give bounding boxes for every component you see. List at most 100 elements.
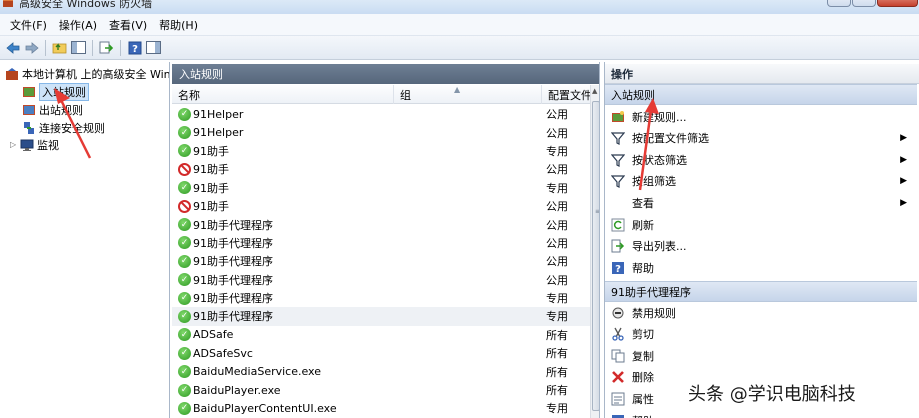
table-row[interactable]: ✓ ADSafe 所有 xyxy=(172,326,590,344)
svg-text:?: ? xyxy=(615,264,621,275)
submenu-arrow-icon: ▶ xyxy=(900,154,907,165)
rule-profile: 专用 xyxy=(546,181,568,195)
action-item[interactable]: ? 帮助 xyxy=(605,410,911,418)
block-status-icon xyxy=(178,199,191,213)
tree-root[interactable]: 本地计算机 上的高级安全 Wind xyxy=(5,65,169,82)
table-row[interactable]: 91助手 公用 xyxy=(172,197,590,215)
expand-icon[interactable]: ▷ xyxy=(10,140,18,149)
rule-name: 91助手代理程序 xyxy=(193,273,273,287)
rule-name-cell: ✓ BaiduMediaService.exe xyxy=(172,365,542,379)
table-row[interactable]: ✓ 91Helper 公用 xyxy=(172,123,590,141)
svg-text:?: ? xyxy=(132,44,138,55)
rule-name-cell: ✓ 91助手 xyxy=(172,143,542,159)
action-label: 刷新 xyxy=(632,218,654,232)
help-icon[interactable]: ? xyxy=(126,39,143,56)
rule-profile: 所有 xyxy=(546,384,568,398)
annotation-arrow-right xyxy=(638,98,659,191)
rule-name-cell: ✓ 91助手 xyxy=(172,180,542,196)
table-row[interactable]: ✓ BaiduMediaService.exe 所有 xyxy=(172,362,590,380)
maximize-button[interactable] xyxy=(852,0,876,7)
rule-name-cell: 91助手 xyxy=(172,198,542,214)
rule-name: 91助手 xyxy=(193,144,229,158)
table-row[interactable]: 91助手 公用 xyxy=(172,160,590,178)
table-row[interactable]: ✓ BaiduPlayerContentUI.exe 专用 xyxy=(172,399,590,417)
rules-list: ✓ 91Helper 公用 ✓ 91Helper 公用 ✓ 91助手 专用 91助手 公用 ✓ 91助手… xyxy=(172,105,590,418)
back-icon[interactable] xyxy=(4,39,21,56)
rule-name-cell: ✓ ADSafe xyxy=(172,328,542,342)
vertical-scrollbar[interactable]: ▲ ≡ xyxy=(590,85,600,418)
action-item[interactable]: 剪切 xyxy=(605,324,911,345)
table-row[interactable]: ✓ 91助手代理程序 专用 xyxy=(172,307,590,326)
column-group[interactable]: 组 ▲ xyxy=(394,85,542,104)
rule-name-cell: 91助手 xyxy=(172,161,542,177)
menu-file[interactable]: 文件(F) xyxy=(4,17,53,33)
rule-name-cell: ✓ 91助手代理程序 xyxy=(172,290,542,306)
close-button[interactable] xyxy=(877,0,918,7)
menu-help[interactable]: 帮助(H) xyxy=(153,17,204,33)
toolbar: ? xyxy=(0,36,919,60)
rule-name: 91助手 xyxy=(193,181,229,195)
toolbar-separator xyxy=(45,39,46,56)
up-folder-icon[interactable] xyxy=(51,39,68,56)
rule-profile: 公用 xyxy=(546,273,568,287)
table-row[interactable]: ✓ 91助手代理程序 公用 xyxy=(172,252,590,270)
minimize-button[interactable] xyxy=(827,0,851,7)
pane-title: 入站规则 xyxy=(172,64,599,84)
rule-profile: 所有 xyxy=(546,328,568,342)
action-label: 删除 xyxy=(632,371,654,385)
submenu-arrow-icon: ▶ xyxy=(900,197,907,208)
table-row[interactable]: ✓ 91助手 专用 xyxy=(172,179,590,197)
rules-list-pane: 入站规则 名称 组 ▲ 配置文件 ✓ 91Helper 公用 ✓ 91Helper 公用 ✓ 9… xyxy=(172,62,600,418)
rule-profile: 所有 xyxy=(546,365,568,379)
connection-security-icon xyxy=(24,121,34,134)
column-profile[interactable]: 配置文件 xyxy=(542,85,590,104)
table-row[interactable]: ✓ 91助手代理程序 公用 xyxy=(172,271,590,289)
action-item[interactable]: 复制 xyxy=(605,345,911,366)
action-item[interactable]: 导出列表... xyxy=(605,236,911,257)
column-header-row: 名称 组 ▲ 配置文件 xyxy=(172,85,590,104)
menu-view[interactable]: 查看(V) xyxy=(103,17,153,33)
show-hide-action-pane-icon[interactable] xyxy=(145,39,162,56)
column-name[interactable]: 名称 xyxy=(172,85,394,104)
menu-action[interactable]: 操作(A) xyxy=(53,17,103,33)
allow-status-icon: ✓ xyxy=(178,328,191,342)
action-item[interactable]: 禁用规则 xyxy=(605,302,911,323)
action-item[interactable]: 刷新 xyxy=(605,214,911,235)
allow-status-icon: ✓ xyxy=(178,107,191,121)
rule-profile: 公用 xyxy=(546,200,568,214)
action-item[interactable]: ? 帮助 xyxy=(605,257,911,278)
scroll-grip-icon: ≡ xyxy=(595,208,600,215)
annotation-arrow-left xyxy=(54,88,92,159)
table-row[interactable]: ✓ 91助手 专用 xyxy=(172,142,590,160)
show-hide-tree-icon[interactable] xyxy=(70,39,87,56)
rule-profile: 专用 xyxy=(546,402,568,416)
rule-name-cell: ✓ 91Helper xyxy=(172,126,542,140)
table-row[interactable]: ✓ ADSafeSvc 所有 xyxy=(172,344,590,362)
export-list-icon xyxy=(611,239,625,253)
scroll-thumb[interactable]: ≡ xyxy=(592,101,600,411)
scroll-up-icon[interactable]: ▲ xyxy=(592,87,597,95)
allow-status-icon: ✓ xyxy=(178,236,191,250)
action-item[interactable]: 查看 ▶ xyxy=(605,192,911,213)
action-label: 查看 xyxy=(632,196,654,210)
rule-profile: 公用 xyxy=(546,255,568,269)
allow-status-icon: ✓ xyxy=(178,218,191,232)
rule-profile: 公用 xyxy=(546,126,568,140)
rule-profile: 公用 xyxy=(546,236,568,250)
help-icon: ? xyxy=(611,414,625,418)
export-list-icon[interactable] xyxy=(98,39,115,56)
table-row[interactable]: ✓ 91助手代理程序 公用 xyxy=(172,215,590,233)
rule-name-cell: ✓ BaiduPlayerContentUI.exe xyxy=(172,401,542,415)
table-row[interactable]: ✓ 91Helper 公用 xyxy=(172,105,590,123)
action-label: 导出列表... xyxy=(632,240,687,254)
actions-section-selected-rule[interactable]: 91助手代理程序 xyxy=(605,281,917,302)
rule-name: BaiduPlayerContentUI.exe xyxy=(193,401,337,415)
cut-icon xyxy=(611,327,625,341)
allow-status-icon: ✓ xyxy=(178,346,191,360)
rule-profile: 公用 xyxy=(546,108,568,122)
table-row[interactable]: ✓ 91助手代理程序 公用 xyxy=(172,234,590,252)
forward-icon[interactable] xyxy=(23,39,40,56)
table-row[interactable]: ✓ 91助手代理程序 专用 xyxy=(172,289,590,307)
allow-status-icon: ✓ xyxy=(178,383,191,397)
table-row[interactable]: ✓ BaiduPlayer.exe 所有 xyxy=(172,381,590,399)
